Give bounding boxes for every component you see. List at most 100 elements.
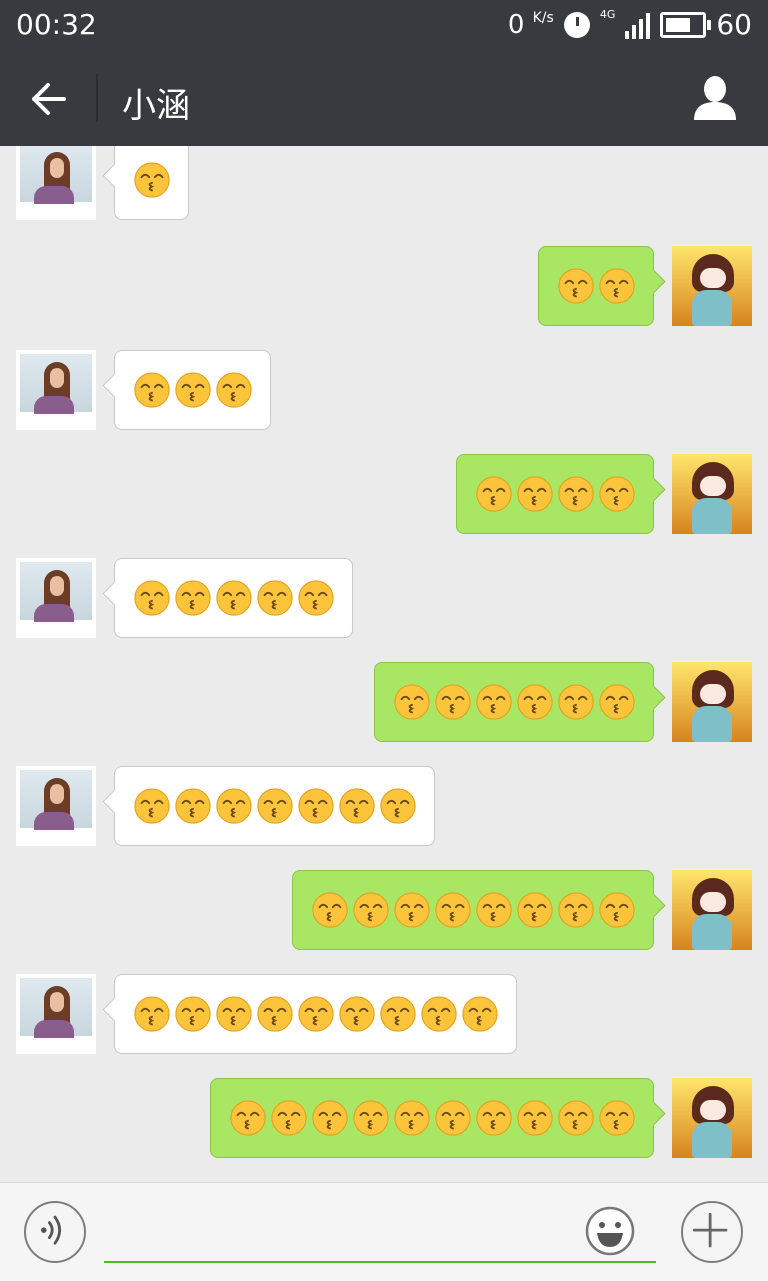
kissing-face-emoji: [558, 684, 594, 720]
plus-icon: [692, 1212, 728, 1248]
sent-message: [0, 246, 768, 326]
chat-header: 小涵: [0, 50, 768, 146]
kissing-face-emoji: [216, 580, 252, 616]
battery-icon: [660, 11, 712, 38]
kissing-face-emoji: [394, 684, 430, 720]
kissing-face-emoji: [421, 996, 457, 1032]
message-bubble[interactable]: [538, 246, 654, 326]
kissing-face-emoji: [298, 580, 334, 616]
more-options-button[interactable]: [681, 1201, 743, 1263]
kissing-face-emoji: [175, 580, 211, 616]
kissing-face-emoji: [271, 1100, 307, 1136]
sent-message: [0, 1078, 768, 1158]
kissing-face-emoji: [230, 1100, 266, 1136]
smiley-icon: [585, 1206, 635, 1256]
kissing-face-emoji: [558, 1100, 594, 1136]
kissing-face-emoji: [175, 372, 211, 408]
kissing-face-emoji: [134, 788, 170, 824]
kissing-face-emoji: [175, 788, 211, 824]
kissing-face-emoji: [599, 684, 635, 720]
status-indicators: 0 K/s 4G 60: [508, 8, 752, 41]
message-bubble[interactable]: [374, 662, 654, 742]
my-avatar[interactable]: [672, 246, 752, 326]
kissing-face-emoji: [599, 476, 635, 512]
message-bubble[interactable]: [114, 558, 353, 638]
signal-icon: [625, 11, 651, 39]
received-message: [0, 766, 768, 846]
kissing-face-emoji: [517, 476, 553, 512]
contact-avatar[interactable]: [16, 558, 96, 638]
contact-avatar[interactable]: [16, 350, 96, 430]
alarm-icon: [563, 11, 590, 38]
kissing-face-emoji: [476, 892, 512, 928]
voice-icon: [40, 1215, 62, 1245]
kissing-face-emoji: [298, 788, 334, 824]
my-avatar[interactable]: [672, 454, 752, 534]
network-type: 4G: [599, 8, 616, 21]
kissing-face-emoji: [476, 476, 512, 512]
message-bubble[interactable]: [114, 350, 271, 430]
person-icon: [694, 76, 736, 120]
emoji-button[interactable]: [584, 1205, 636, 1257]
contact-avatar[interactable]: [16, 974, 96, 1054]
kissing-face-emoji: [517, 892, 553, 928]
message-bubble[interactable]: [456, 454, 654, 534]
message-list[interactable]: [0, 146, 768, 1182]
received-message: [0, 146, 768, 220]
message-input[interactable]: [104, 1199, 656, 1263]
received-message: [0, 558, 768, 638]
status-bar: 00:32 0 K/s 4G 60: [0, 0, 768, 50]
message-bubble[interactable]: [292, 870, 654, 950]
kissing-face-emoji: [134, 372, 170, 408]
message-bubble[interactable]: [114, 974, 517, 1054]
sent-message: [0, 870, 768, 950]
sent-message: [0, 454, 768, 534]
contact-avatar[interactable]: [16, 766, 96, 846]
kissing-face-emoji: [462, 996, 498, 1032]
message-bubble[interactable]: [114, 766, 435, 846]
input-bar: [0, 1182, 768, 1281]
kissing-face-emoji: [312, 1100, 348, 1136]
kissing-face-emoji: [216, 372, 252, 408]
contact-info-button[interactable]: [692, 74, 738, 124]
received-message: [0, 974, 768, 1054]
kissing-face-emoji: [216, 996, 252, 1032]
my-avatar[interactable]: [672, 1078, 752, 1158]
kissing-face-emoji: [257, 996, 293, 1032]
my-avatar[interactable]: [672, 870, 752, 950]
network-speed-unit: K/s: [532, 9, 554, 26]
kissing-face-emoji: [312, 892, 348, 928]
sent-message: [0, 662, 768, 742]
kissing-face-emoji: [134, 996, 170, 1032]
kissing-face-emoji: [394, 892, 430, 928]
arrow-left-icon: [32, 83, 66, 115]
kissing-face-emoji: [435, 1100, 471, 1136]
network-speed: 0 K/s: [508, 10, 554, 40]
kissing-face-emoji: [558, 476, 594, 512]
voice-input-button[interactable]: [24, 1201, 86, 1263]
network-speed-value: 0: [507, 9, 525, 40]
message-bubble[interactable]: [210, 1078, 654, 1158]
kissing-face-emoji: [599, 268, 635, 304]
kissing-face-emoji: [476, 1100, 512, 1136]
kissing-face-emoji: [134, 580, 170, 616]
kissing-face-emoji: [599, 892, 635, 928]
kissing-face-emoji: [517, 684, 553, 720]
kissing-face-emoji: [298, 996, 334, 1032]
kissing-face-emoji: [353, 1100, 389, 1136]
kissing-face-emoji: [353, 892, 389, 928]
battery-level: 60: [716, 8, 752, 41]
kissing-face-emoji: [517, 1100, 553, 1136]
kissing-face-emoji: [339, 788, 375, 824]
kissing-face-emoji: [339, 996, 375, 1032]
back-button[interactable]: [26, 76, 72, 122]
kissing-face-emoji: [175, 996, 211, 1032]
kissing-face-emoji: [558, 268, 594, 304]
my-avatar[interactable]: [672, 662, 752, 742]
message-bubble[interactable]: [114, 146, 189, 220]
kissing-face-emoji: [257, 788, 293, 824]
contact-avatar[interactable]: [16, 146, 96, 220]
kissing-face-emoji: [216, 788, 252, 824]
kissing-face-emoji: [476, 684, 512, 720]
received-message: [0, 350, 768, 430]
